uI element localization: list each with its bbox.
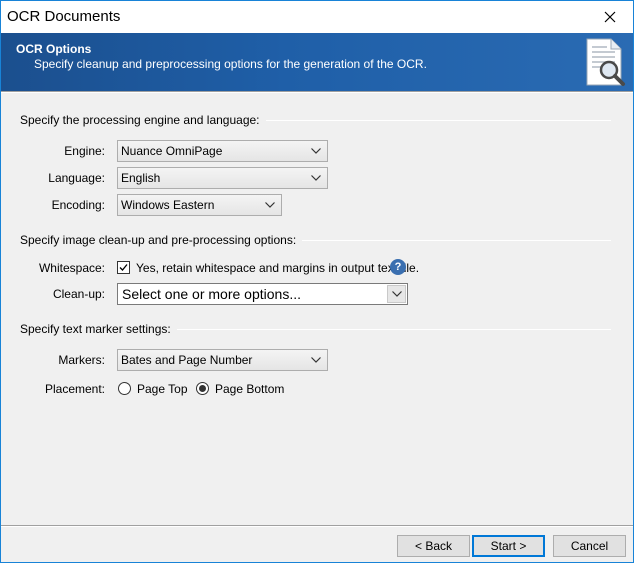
placement-page-bottom-label[interactable]: Page Bottom bbox=[215, 381, 284, 397]
chevron-down-icon bbox=[311, 141, 321, 161]
placement-page-top-label[interactable]: Page Top bbox=[137, 381, 188, 397]
markers-label: Markers: bbox=[58, 353, 105, 367]
whitespace-label: Whitespace: bbox=[38, 261, 105, 275]
checkmark-icon bbox=[119, 264, 128, 271]
ocr-documents-dialog: OCR Documents OCR Options Specify cleanu… bbox=[0, 0, 634, 563]
cleanup-label: Clean-up: bbox=[52, 287, 105, 301]
chevron-down-icon bbox=[265, 195, 275, 215]
marker-group-header: Specify text marker settings: bbox=[20, 321, 611, 337]
close-icon bbox=[604, 11, 616, 23]
whitespace-checkbox[interactable] bbox=[117, 261, 130, 274]
help-icon[interactable]: ? bbox=[390, 259, 406, 275]
engine-value: Nuance OmniPage bbox=[121, 144, 223, 158]
title-bar: OCR Documents bbox=[1, 1, 633, 33]
chevron-down-icon bbox=[311, 168, 321, 188]
encoding-label: Encoding: bbox=[51, 198, 105, 212]
engine-select[interactable]: Nuance OmniPage bbox=[117, 140, 328, 162]
whitespace-option-text: Yes, retain whitespace and margins in ou… bbox=[136, 261, 420, 275]
placement-page-top-radio[interactable] bbox=[118, 382, 131, 395]
cleanup-group-header: Specify image clean-up and pre-processin… bbox=[20, 232, 611, 248]
footer-divider bbox=[1, 525, 633, 527]
language-label: Language: bbox=[48, 171, 105, 185]
chevron-down-icon bbox=[311, 350, 321, 370]
cleanup-group-title: Specify image clean-up and pre-processin… bbox=[20, 232, 303, 248]
language-select[interactable]: English bbox=[117, 167, 328, 189]
window-title: OCR Documents bbox=[7, 8, 121, 25]
cancel-button[interactable]: Cancel bbox=[553, 535, 626, 557]
markers-value: Bates and Page Number bbox=[121, 353, 253, 367]
close-button[interactable] bbox=[587, 1, 633, 33]
engine-group-header: Specify the processing engine and langua… bbox=[20, 112, 611, 128]
encoding-value: Windows Eastern bbox=[121, 198, 215, 212]
markers-select[interactable]: Bates and Page Number bbox=[117, 349, 328, 371]
document-search-icon bbox=[583, 37, 627, 90]
cleanup-placeholder: Select one or more options... bbox=[122, 286, 301, 302]
engine-label: Engine: bbox=[64, 144, 105, 158]
encoding-select[interactable]: Windows Eastern bbox=[117, 194, 282, 216]
language-value: English bbox=[121, 171, 161, 185]
chevron-down-icon bbox=[391, 291, 402, 297]
banner-subtitle: Specify cleanup and preprocessing option… bbox=[34, 57, 427, 71]
header-banner: OCR Options Specify cleanup and preproce… bbox=[1, 33, 633, 91]
placement-page-bottom-radio[interactable] bbox=[196, 382, 209, 395]
start-button[interactable]: Start > bbox=[472, 535, 545, 557]
placement-label: Placement: bbox=[44, 382, 105, 396]
marker-group-title: Specify text marker settings: bbox=[20, 321, 177, 337]
back-button[interactable]: < Back bbox=[397, 535, 470, 557]
cleanup-multiselect[interactable]: Select one or more options... bbox=[117, 283, 408, 305]
dropdown-button[interactable] bbox=[387, 285, 406, 303]
engine-group-title: Specify the processing engine and langua… bbox=[20, 112, 266, 128]
banner-divider bbox=[1, 91, 633, 93]
banner-title: OCR Options bbox=[16, 42, 92, 56]
